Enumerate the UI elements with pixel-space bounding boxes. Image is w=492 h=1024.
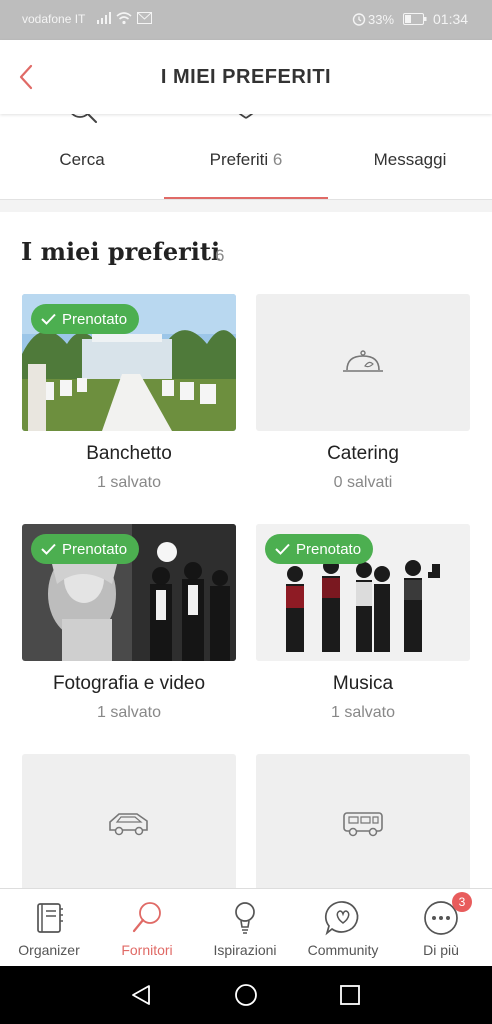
check-icon (41, 543, 56, 555)
status-bar: vodafone IT 33% 01:34 (0, 0, 492, 40)
section-divider (0, 200, 492, 212)
vendor-card-transport[interactable] (22, 754, 236, 891)
heart-icon (238, 114, 254, 119)
tab-preferiti[interactable]: Preferiti 6 (164, 114, 328, 199)
bottom-navigation: Organizer Fornitori Ispirazioni Communit… (0, 888, 492, 966)
search-icon (71, 114, 97, 123)
vendor-card-banchetto[interactable]: Prenotato Banchetto 1 salvato (22, 294, 236, 492)
card-saved-count: 1 salvato (96, 704, 162, 721)
alarm-icon (352, 13, 366, 26)
tab-count: 6 (272, 150, 283, 169)
chat-heart-icon (324, 901, 359, 936)
vendor-card-fotografia[interactable]: Prenotato Fotografia e video 1 salvato (22, 524, 236, 722)
badge-label: Prenotato (296, 540, 362, 558)
card-title: Fotografia e video (52, 673, 206, 694)
car-icon (109, 812, 148, 835)
section-title: I miei preferiti (21, 237, 221, 266)
system-navigation-bar (0, 966, 492, 1024)
nav-community[interactable]: Community (294, 889, 392, 967)
vendor-card-catering[interactable]: Catering 0 salvati (256, 294, 470, 492)
check-icon (275, 543, 290, 555)
card-image: Prenotato (22, 294, 236, 431)
app-header: I MIEI PREFERITI (0, 40, 492, 114)
booked-badge: Prenotato (265, 534, 374, 564)
nav-label: Fornitori (121, 942, 173, 958)
mail-icon (391, 114, 429, 132)
card-image: Prenotato (22, 524, 236, 661)
cloche-icon (343, 349, 383, 372)
nav-organizer[interactable]: Organizer (0, 889, 98, 967)
card-title: Musica (332, 673, 394, 694)
card-saved-count: 1 salvato (330, 704, 396, 721)
tab-label: Messaggi (373, 150, 447, 169)
clock: 01:34 (433, 11, 469, 27)
magnifier-icon (132, 902, 161, 933)
nav-fornitori[interactable]: Fornitori (98, 889, 196, 967)
badge-label: Prenotato (62, 540, 128, 558)
lightbulb-icon (235, 902, 255, 934)
back-triangle-icon[interactable] (129, 983, 153, 1007)
carrier-name: vodafone IT (22, 12, 86, 26)
signal-icon (97, 12, 111, 24)
notebook-icon (37, 903, 63, 933)
mail-notification-icon (137, 12, 152, 24)
battery-percentage: 33% (368, 12, 395, 27)
tab-label: Preferiti (209, 150, 269, 169)
nav-label: Di più (423, 942, 459, 958)
card-placeholder (256, 754, 470, 891)
section-count: 6 (215, 246, 225, 265)
card-image: Prenotato (256, 524, 470, 661)
tab-messaggi[interactable]: Messaggi (328, 114, 492, 199)
check-icon (41, 313, 56, 325)
card-placeholder (22, 754, 236, 891)
home-circle-icon[interactable] (234, 983, 258, 1007)
card-title: Banchetto (86, 443, 172, 464)
booked-badge: Prenotato (31, 304, 140, 334)
bus-icon (343, 811, 383, 836)
tab-cerca[interactable]: Cerca (0, 114, 164, 199)
card-placeholder (256, 294, 470, 431)
card-saved-count: 1 salvato (96, 474, 162, 491)
badge-label: Prenotato (62, 310, 128, 328)
page-title: I MIEI PREFERITI (160, 66, 332, 88)
card-title: Catering (327, 443, 399, 464)
card-saved-count: 0 salvati (333, 474, 393, 491)
battery-icon (403, 13, 427, 25)
vendor-card-musica[interactable]: Prenotato Musica 1 salvato (256, 524, 470, 722)
tab-bar: Cerca Preferiti 6 Messaggi (0, 114, 492, 200)
recents-square-icon[interactable] (338, 983, 362, 1007)
notification-badge: 3 (452, 892, 472, 912)
nav-label: Organizer (18, 942, 80, 958)
booked-badge: Prenotato (31, 534, 140, 564)
tab-label: Cerca (59, 150, 105, 169)
nav-ispirazioni[interactable]: Ispirazioni (196, 889, 294, 967)
nav-label: Community (307, 942, 379, 958)
wifi-icon (116, 12, 132, 25)
vendor-card-bus[interactable] (256, 754, 470, 891)
nav-di-piu[interactable]: Di più (392, 889, 490, 967)
nav-label: Ispirazioni (213, 942, 277, 958)
